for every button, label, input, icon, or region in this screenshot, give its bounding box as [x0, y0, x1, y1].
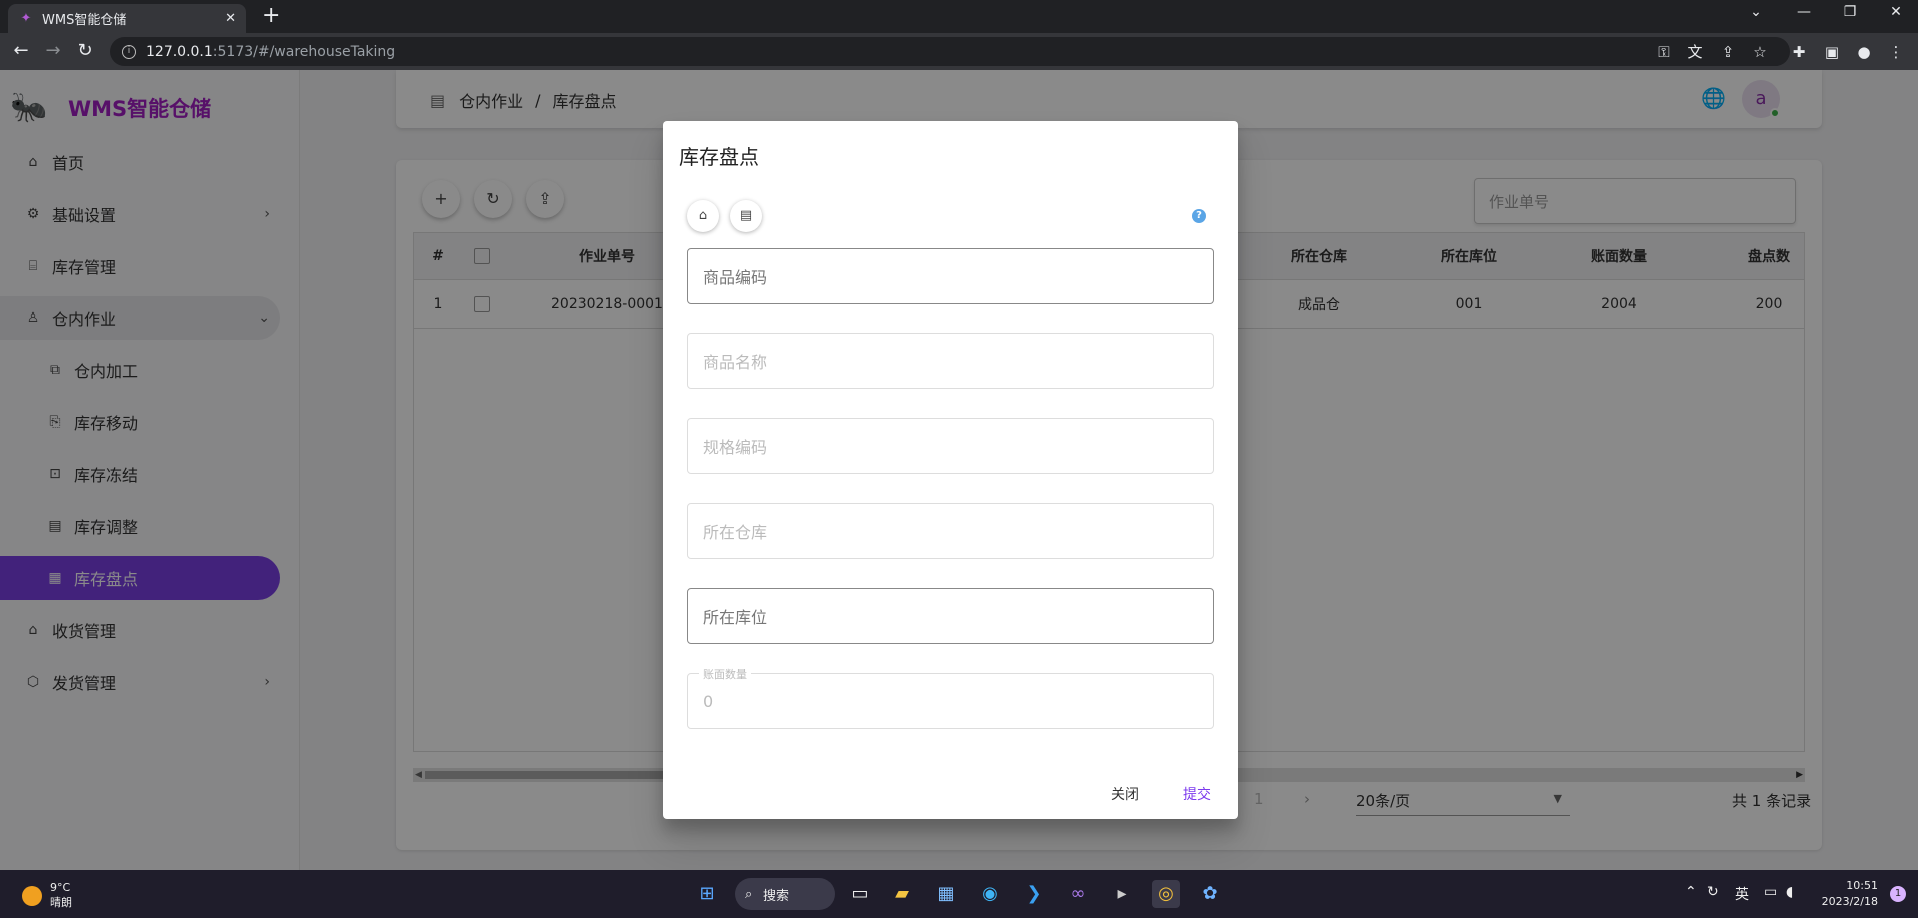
side-panel-icon[interactable]: ▣ [1822, 43, 1842, 61]
field-placeholder: 所在仓库 [703, 523, 768, 542]
windows-start-icon[interactable]: ⊞ [693, 880, 721, 908]
url-path: :5173/#/warehouseTaking [212, 43, 396, 60]
search-icon: ⌕ [745, 886, 753, 902]
chevron-up-icon[interactable]: ⌃ [1685, 884, 1697, 900]
store-icon[interactable]: ▦ [932, 880, 960, 908]
close-window-icon[interactable]: ✕ [1884, 4, 1908, 20]
field-label: 账面数量 [699, 666, 751, 682]
system-clock[interactable]: 10:51 2023/2/18 [1822, 878, 1878, 910]
app-icon[interactable]: ✿ [1196, 880, 1224, 908]
vscode-icon[interactable]: ❯ [1020, 880, 1048, 908]
chrome-menu-icon[interactable]: ⋮ [1886, 43, 1906, 61]
dialog-title: 库存盘点 [679, 145, 759, 169]
search-label: 搜索 [763, 888, 790, 904]
temperature: 9°C [50, 881, 71, 894]
browser-toolbar: ← → ↻ i 127.0.0.1:5173/#/warehouseTaking… [0, 33, 1918, 70]
terminal-icon[interactable]: ▸ [1108, 880, 1136, 908]
volume-icon[interactable]: ◖ [1786, 884, 1793, 900]
tab-title: WMS智能仓储 [42, 13, 127, 28]
network-icon[interactable]: ▭ [1764, 884, 1777, 900]
field-value: 0 [703, 691, 714, 711]
field-placeholder: 商品名称 [703, 353, 768, 372]
extensions-icon[interactable]: ✚ [1789, 43, 1809, 61]
visual-studio-icon[interactable]: ∞ [1064, 880, 1092, 908]
stocktaking-dialog: 库存盘点 ⌂ ▤ ? 商品编码 商品名称 规格编码 所在仓库 所在库位 账面数量… [663, 121, 1238, 819]
windows-taskbar: 9°C 晴朗 ⊞ ⌕ 搜索 ▭ ▰ ▦ ◉ ❯ ∞ ▸ ◎ ✿ ⌃ ↻ 英 ▭ … [0, 870, 1918, 918]
edge-icon[interactable]: ◉ [976, 880, 1004, 908]
taskbar-search[interactable]: ⌕ 搜索 [735, 878, 835, 910]
close-button[interactable]: 关闭 [1111, 784, 1139, 804]
back-icon[interactable]: ← [10, 41, 32, 61]
file-explorer-icon[interactable]: ▰ [888, 880, 916, 908]
browser-tabbar: ✦ WMS智能仓储 ✕ + ⌄ — ❐ ✕ [0, 0, 1918, 33]
restore-icon[interactable]: ❐ [1838, 4, 1862, 20]
url-host: 127.0.0.1 [146, 43, 213, 60]
field-placeholder: 商品编码 [703, 268, 768, 287]
chrome-icon[interactable]: ◎ [1152, 880, 1180, 908]
house-arrow-icon[interactable]: ⌂ [687, 200, 719, 232]
location-field[interactable]: 所在库位 [687, 588, 1214, 644]
profile-icon[interactable]: ● [1854, 43, 1874, 61]
field-placeholder: 所在库位 [703, 608, 768, 627]
task-view-icon[interactable]: ▭ [846, 880, 874, 908]
spec-code-field: 规格编码 [687, 418, 1214, 474]
bookmark-star-icon[interactable]: ☆ [1750, 43, 1770, 61]
ant-favicon-icon: ✦ [20, 10, 32, 26]
new-tab-icon[interactable]: + [262, 5, 280, 27]
browser-tab[interactable]: ✦ WMS智能仓储 ✕ [8, 4, 246, 33]
notification-badge[interactable]: 1 [1890, 886, 1906, 902]
clock-date: 2023/2/18 [1821, 895, 1878, 908]
translate-icon[interactable]: ⽂ [1685, 43, 1705, 61]
submit-button[interactable]: 提交 [1183, 784, 1211, 804]
book-qty-field: 账面数量 0 [687, 666, 1214, 729]
weather-text: 晴朗 [50, 896, 72, 909]
key-icon[interactable]: ⚿ [1654, 43, 1674, 61]
weather-widget[interactable]: 9°C 晴朗 [22, 881, 72, 910]
product-name-field: 商品名称 [687, 333, 1214, 389]
site-info-icon[interactable]: i [122, 44, 136, 59]
help-icon[interactable]: ? [1192, 209, 1206, 223]
address-bar[interactable]: i 127.0.0.1:5173/#/warehouseTaking [110, 37, 1790, 66]
close-tab-icon[interactable]: ✕ [225, 11, 236, 26]
tab-search-icon[interactable]: ⌄ [1744, 4, 1768, 20]
reload-icon[interactable]: ↻ [74, 41, 96, 61]
sync-icon[interactable]: ↻ [1707, 884, 1719, 900]
forward-icon[interactable]: → [42, 41, 64, 61]
ime-indicator[interactable]: 英 [1735, 884, 1749, 904]
table-search-icon[interactable]: ▤ [730, 200, 762, 232]
share-icon[interactable]: ⇪ [1718, 43, 1738, 61]
sku-code-field[interactable]: 商品编码 [687, 248, 1214, 304]
minimize-icon[interactable]: — [1792, 4, 1816, 20]
field-placeholder: 规格编码 [703, 438, 768, 457]
sun-icon [22, 885, 42, 906]
clock-time: 10:51 [1846, 879, 1878, 892]
warehouse-field: 所在仓库 [687, 503, 1214, 559]
